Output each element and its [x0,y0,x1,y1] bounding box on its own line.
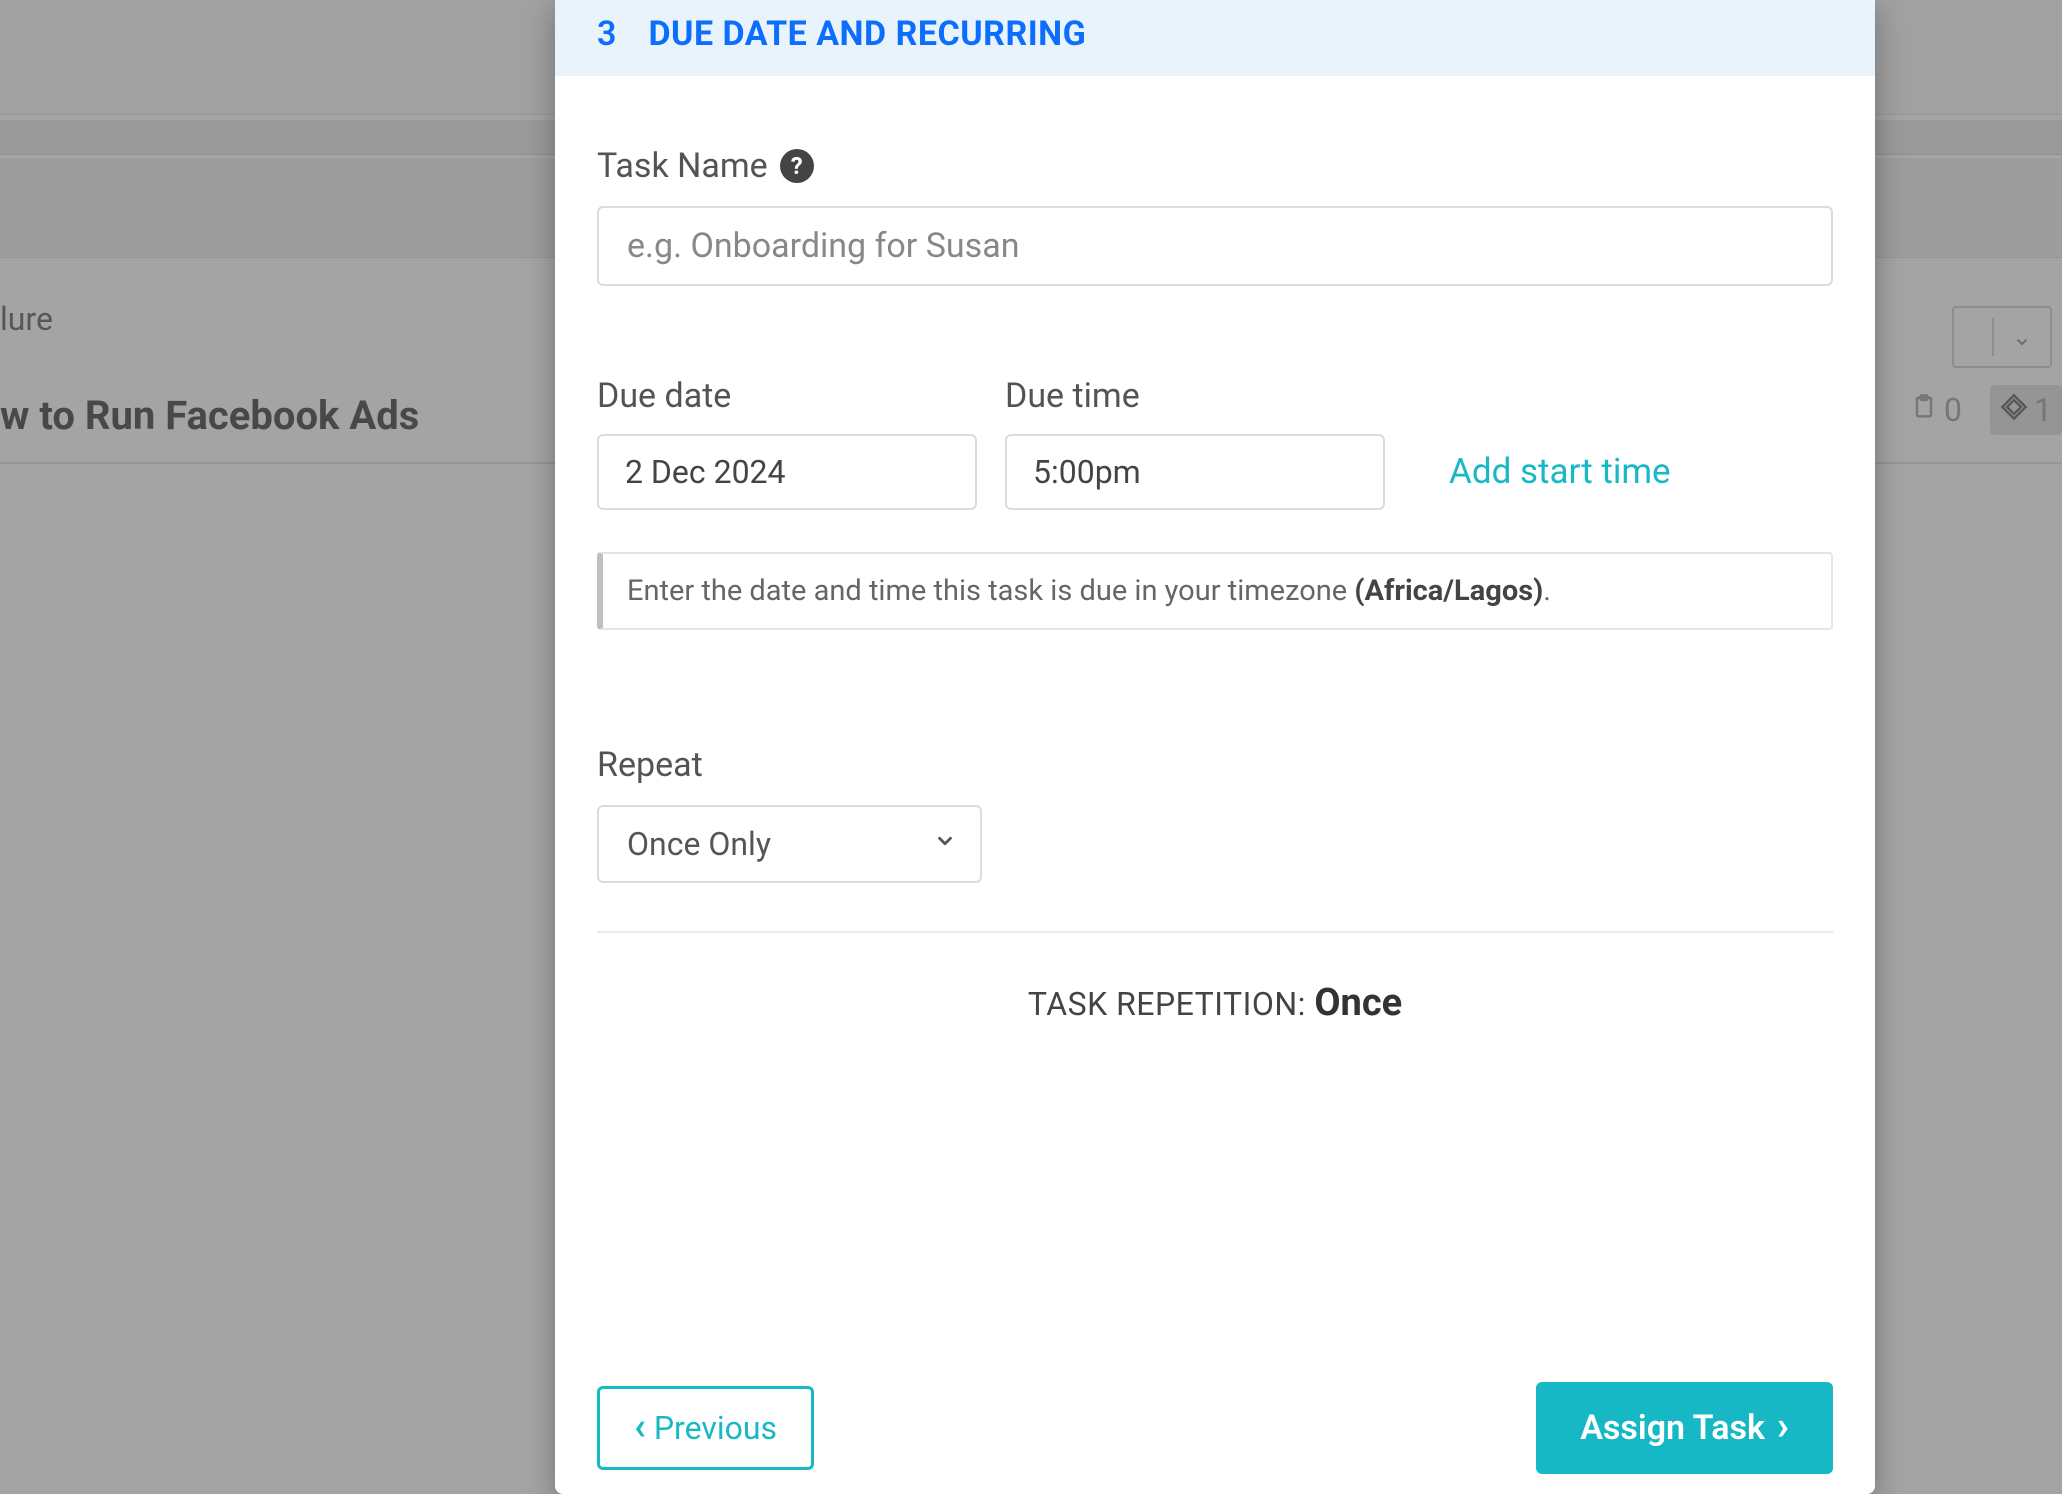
repeat-select[interactable]: Once Only [597,805,982,883]
due-time-input[interactable] [1005,434,1385,510]
due-time-label: Due time [1005,376,1385,416]
info-text-suffix: . [1543,574,1551,608]
step-header: 3 DUE DATE AND RECURRING [555,0,1875,76]
chevron-left-icon [634,1409,646,1447]
modal-body: Task Name ? Due date Due time Add start … [555,76,1875,1352]
chevron-right-icon [1777,1408,1789,1448]
info-text-prefix: Enter the date and time this task is due… [627,574,1354,608]
previous-button-label: Previous [654,1409,777,1447]
repeat-label: Repeat [597,745,1833,785]
info-timezone: (Africa/Lagos) [1354,574,1543,608]
assign-task-modal: 3 DUE DATE AND RECURRING Task Name ? Due… [555,0,1875,1494]
add-start-time-link[interactable]: Add start time [1449,451,1671,492]
repetition-label: TASK REPETITION: [1028,985,1315,1023]
step-number: 3 [597,14,616,54]
timezone-info-box: Enter the date and time this task is due… [597,552,1833,630]
repetition-value: Once [1314,981,1402,1025]
section-divider [597,931,1833,933]
help-icon[interactable]: ? [780,149,814,183]
due-date-time-row: Due date Due time Add start time [597,376,1833,510]
modal-footer: Previous Assign Task [555,1352,1875,1494]
assign-button-label: Assign Task [1580,1408,1765,1448]
step-title: DUE DATE AND RECURRING [648,14,1086,54]
task-name-label: Task Name ? [597,146,1833,186]
repetition-summary: TASK REPETITION: Once [597,981,1833,1025]
due-date-label: Due date [597,376,977,416]
previous-button[interactable]: Previous [597,1386,814,1470]
assign-task-button[interactable]: Assign Task [1536,1382,1833,1474]
due-date-input[interactable] [597,434,977,510]
task-name-input[interactable] [597,206,1833,286]
